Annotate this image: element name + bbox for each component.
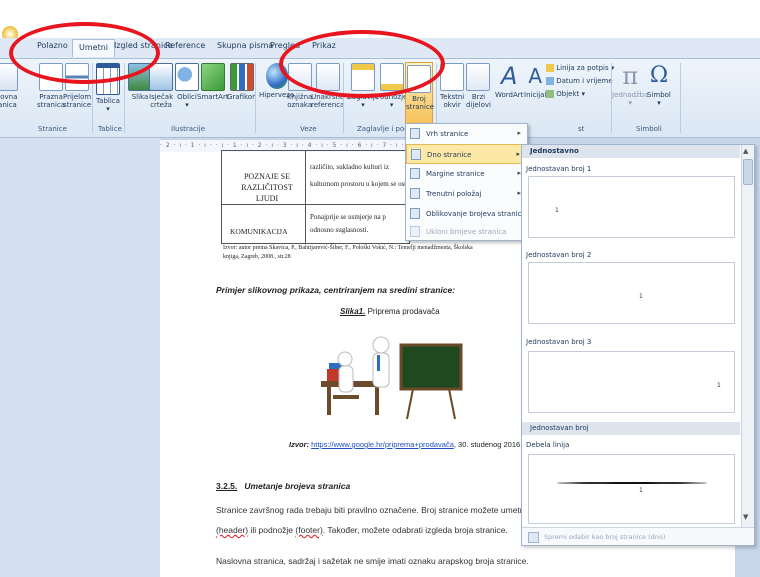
group-label-tables: Tablice bbox=[98, 125, 122, 133]
tab-mailings[interactable]: Skupna pisma bbox=[217, 41, 273, 50]
clipart-icon bbox=[149, 63, 174, 91]
figure-source: Izvor: https://www.google.hr/priprema+pr… bbox=[289, 440, 523, 449]
left-margin-strip bbox=[0, 138, 160, 577]
object-button[interactable]: Objekt ▾ bbox=[546, 90, 585, 98]
wordart-button[interactable]: A WordArt bbox=[495, 63, 523, 99]
drop-cap-icon: A bbox=[528, 64, 543, 88]
figure-head bbox=[372, 336, 390, 354]
scrollbar-thumb[interactable] bbox=[743, 159, 753, 185]
quick-parts-button[interactable]: Brzi dijelovi bbox=[466, 63, 491, 109]
smartart-icon bbox=[200, 63, 225, 91]
format-page-numbers-icon bbox=[410, 208, 420, 219]
menu-item-page-margins[interactable]: Margine stranice ▸ bbox=[406, 164, 527, 184]
word-application-window: Polazno Umetni Izgled stranice Reference… bbox=[0, 0, 760, 577]
smartart-button[interactable]: SmartArt bbox=[197, 63, 229, 101]
group-label-illustrations: Ilustracije bbox=[171, 125, 206, 133]
example-heading: Primjer slikovnog prikaza, centriranjem … bbox=[216, 285, 456, 295]
calendar-icon bbox=[546, 77, 554, 85]
chalkboard bbox=[399, 343, 463, 391]
table-cell: KOMUNIKACIJA bbox=[230, 227, 288, 236]
chart-icon bbox=[229, 63, 254, 91]
figure-source-link[interactable]: https://www.google.hr/priprema+prodavača bbox=[311, 440, 454, 449]
gallery-item-title: Debela linija bbox=[526, 441, 570, 449]
menu-item-format-page-numbers[interactable]: Oblikovanje brojeva stranica... bbox=[406, 204, 532, 224]
group-separator bbox=[680, 63, 681, 133]
gallery-item-plain-number-2[interactable]: 1 bbox=[528, 262, 735, 324]
page-number-preview: 1 bbox=[639, 487, 643, 494]
remove-page-numbers-icon bbox=[410, 226, 420, 237]
signature-line-button[interactable]: Linija za potpis ▾ bbox=[546, 64, 614, 72]
table-cell: različito, sukladno kulturi iz kulturnom… bbox=[310, 163, 407, 188]
group-label-symbols: Simboli bbox=[636, 125, 662, 133]
page-number-menu: Vrh stranice ▸ Dno stranice ▸ Margine st… bbox=[405, 123, 532, 242]
quick-parts-icon bbox=[466, 63, 491, 91]
scroll-down-arrow-icon[interactable]: ▼ bbox=[743, 513, 748, 521]
page-bottom-icon bbox=[411, 149, 421, 160]
body-paragraph: Naslovna stranica, sadržaj i sažetak ne … bbox=[216, 556, 529, 566]
document-table: POZNAJE SE RAZLIČITOST LJUDI različito, … bbox=[221, 150, 410, 244]
shapes-icon bbox=[175, 63, 199, 91]
gallery-item-title: Jednostavan broj 3 bbox=[526, 338, 592, 346]
current-position-icon bbox=[410, 188, 420, 199]
signature-icon bbox=[546, 64, 554, 72]
scroll-up-arrow-icon[interactable]: ▲ bbox=[743, 147, 748, 155]
page-margin-icon bbox=[410, 168, 420, 179]
page-number-preview: 1 bbox=[639, 293, 643, 300]
gallery-item-plain-number-3[interactable]: 1 bbox=[528, 351, 735, 413]
table-cell: POZNAJE SE RAZLIČITOST LJUDI bbox=[241, 172, 293, 203]
group-label-links: Veze bbox=[300, 125, 317, 133]
table-source-note: Izvor: autor prema Skavica, P., Bahtijar… bbox=[223, 245, 473, 260]
submenu-arrow-icon: ▸ bbox=[517, 129, 521, 137]
annotation-ellipse bbox=[279, 30, 445, 98]
page-number-preview: 1 bbox=[717, 382, 721, 389]
figure-caption: Slika1. Priprema prodavača bbox=[340, 307, 440, 316]
page-number-gallery: Jednostavno Jednostavan broj 1 1 Jednost… bbox=[521, 144, 755, 546]
wordart-icon: A bbox=[500, 62, 518, 90]
salesperson-illustration[interactable] bbox=[293, 333, 471, 421]
date-time-button[interactable]: Datum i vrijeme bbox=[546, 77, 613, 85]
menu-item-bottom-of-page[interactable]: Dno stranice ▸ bbox=[406, 144, 527, 164]
tab-references[interactable]: Reference bbox=[165, 41, 205, 50]
cover-page-icon bbox=[0, 63, 18, 91]
gallery-item-thick-line[interactable]: 1 bbox=[528, 454, 735, 524]
table-column-divider bbox=[305, 151, 306, 243]
annotation-ellipse bbox=[9, 22, 160, 84]
table-row-divider bbox=[222, 204, 409, 205]
figure-head bbox=[337, 351, 353, 367]
gallery-section-header: Jednostavan broj bbox=[522, 422, 740, 435]
menu-item-top-of-page[interactable]: Vrh stranice ▸ bbox=[406, 124, 527, 144]
gallery-item-plain-number-1[interactable]: 1 bbox=[528, 176, 735, 238]
clipart-button[interactable]: Isječak crteža bbox=[149, 63, 173, 109]
group-label-text: st bbox=[578, 125, 585, 133]
gallery-item-title: Jednostavan broj 1 bbox=[526, 165, 592, 173]
drop-cap-button[interactable]: A Inicijal bbox=[524, 63, 546, 99]
object-icon bbox=[546, 90, 554, 98]
omega-icon: Ω bbox=[649, 63, 669, 88]
gallery-footer: Spremi odabir kao broj stranice (dno) bbox=[522, 527, 754, 545]
gallery-section-header: Jednostavno bbox=[522, 145, 740, 158]
cover-page-button[interactable]: slovna ranica bbox=[0, 63, 18, 109]
group-label-pages: Stranice bbox=[38, 125, 67, 133]
section-heading: 3.2.5. Umetanje brojeva stranica bbox=[216, 481, 351, 491]
page-top-icon bbox=[410, 128, 420, 139]
thick-line-preview bbox=[557, 482, 707, 484]
page-number-preview: 1 bbox=[555, 207, 559, 214]
group-label-header-footer: Zaglavlje i pod bbox=[357, 125, 409, 133]
submenu-arrow-icon: ▸ bbox=[516, 150, 520, 158]
gallery-scrollbar[interactable]: ▲ ▼ bbox=[741, 145, 754, 527]
body-paragraph: Stranice završnog rada trebaju biti prav… bbox=[216, 505, 549, 535]
save-selection-to-gallery[interactable]: Spremi odabir kao broj stranice (dno) bbox=[544, 533, 665, 541]
symbol-button[interactable]: Ω Simbol ▾ bbox=[647, 63, 671, 107]
gallery-item-title: Jednostavan broj 2 bbox=[526, 251, 592, 259]
group-separator bbox=[255, 63, 256, 133]
shapes-button[interactable]: Oblici ▾ bbox=[175, 63, 199, 109]
menu-item-remove-page-numbers[interactable]: Ukloni brojeve stranica bbox=[406, 222, 527, 242]
pi-icon: π bbox=[622, 62, 639, 90]
save-selection-icon bbox=[528, 532, 539, 543]
table-cell: Ponajprije se usmjerje na p odnosno sugl… bbox=[310, 213, 386, 234]
menu-item-current-position[interactable]: Trenutni položaj ▸ bbox=[406, 184, 527, 204]
equation-button[interactable]: π Jednadžba ▾ bbox=[612, 63, 648, 107]
chart-button[interactable]: Grafikon bbox=[227, 63, 257, 101]
